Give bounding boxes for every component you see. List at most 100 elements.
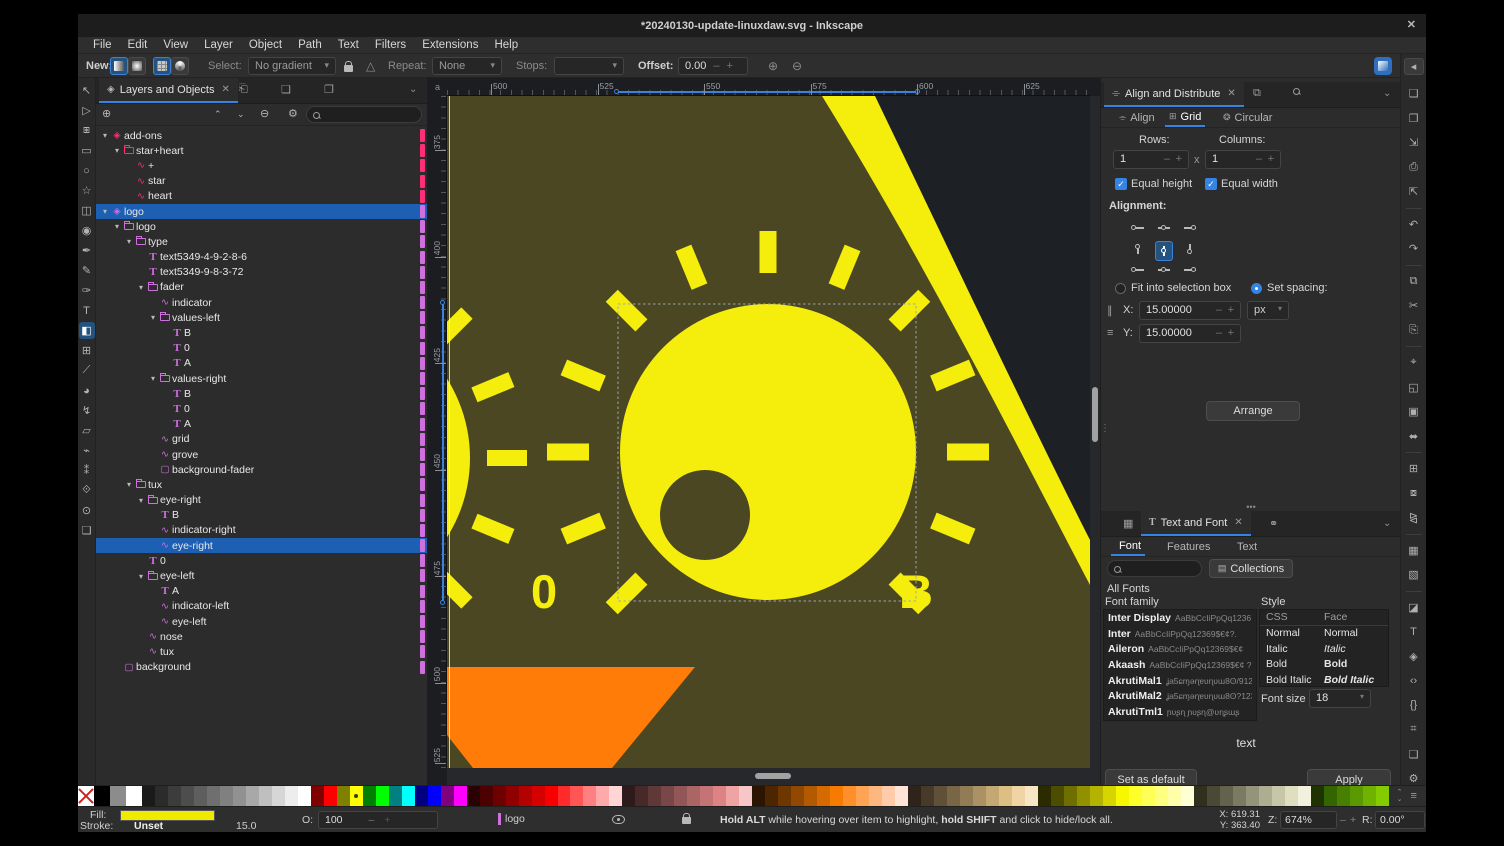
layer-tree-item-eye-left[interactable]: ▾eye-left bbox=[96, 568, 427, 583]
palette-swatch[interactable] bbox=[207, 786, 220, 806]
rotation-spinbox[interactable]: 0.00° bbox=[1375, 811, 1425, 829]
palette-swatch[interactable] bbox=[1012, 786, 1025, 806]
font-family-item[interactable]: AkrutiMal1ʝa5ɕɱǝɳɐʋɳʋɯ8ʘ/912 bbox=[1104, 673, 1256, 689]
collapse-dock-arrow-icon[interactable]: ◂ bbox=[1404, 58, 1424, 75]
palette-swatch[interactable] bbox=[545, 786, 558, 806]
palette-swatch[interactable] bbox=[480, 786, 493, 806]
palette-swatch[interactable] bbox=[110, 786, 126, 806]
palette-swatch[interactable] bbox=[908, 786, 921, 806]
layer-tree-item-0[interactable]: T0 bbox=[96, 553, 427, 568]
palette-swatch[interactable] bbox=[324, 786, 337, 806]
font-family-item[interactable]: AkrutiMal2ʝa5ɕɱǝɳɐʋɳʋɯ8ʘ?123 bbox=[1104, 688, 1256, 704]
expand-arrow-icon[interactable]: ▾ bbox=[148, 374, 158, 383]
print-icon[interactable]: ⎙ bbox=[1404, 157, 1424, 178]
palette-swatch[interactable] bbox=[700, 786, 713, 806]
palette-swatch[interactable] bbox=[1272, 786, 1285, 806]
subtab-features[interactable]: Features bbox=[1159, 537, 1214, 556]
palette-swatch[interactable] bbox=[415, 786, 428, 806]
fill-stroke-dialog-icon[interactable]: ◪ bbox=[1404, 597, 1424, 618]
dock-menu-chevron-icon[interactable]: ⌄ bbox=[1383, 518, 1391, 529]
expand-arrow-icon[interactable]: ▾ bbox=[148, 313, 158, 322]
expand-arrow-icon[interactable]: ▾ bbox=[100, 131, 110, 140]
palette-swatch[interactable] bbox=[895, 786, 908, 806]
layer-tree-item-eye-left[interactable]: ∿eye-left bbox=[96, 614, 427, 629]
menu-help[interactable]: Help bbox=[487, 38, 525, 52]
palette-swatch[interactable] bbox=[687, 786, 700, 806]
layer-tree-item-background-fader[interactable]: ▢background-fader bbox=[96, 462, 427, 477]
collections-button[interactable]: ▤Collections bbox=[1209, 559, 1293, 578]
find-dock-tab-icon[interactable] bbox=[1293, 87, 1301, 99]
spiral-tool-icon[interactable]: ◉ bbox=[79, 222, 95, 239]
layer-tree-item-A[interactable]: TA bbox=[96, 584, 427, 599]
palette-swatch[interactable] bbox=[1246, 786, 1259, 806]
paint-bucket-tool-icon[interactable]: ◕ bbox=[79, 382, 95, 399]
anchor-middle-center[interactable] bbox=[1155, 241, 1173, 261]
layer-tree-item-0[interactable]: T0 bbox=[96, 401, 427, 416]
palette-swatch[interactable] bbox=[94, 786, 110, 806]
palette-swatch[interactable] bbox=[1051, 786, 1064, 806]
mesh-gradient-button[interactable] bbox=[153, 57, 171, 75]
expand-arrow-icon[interactable]: ▾ bbox=[136, 496, 146, 505]
palette-swatch[interactable] bbox=[1311, 786, 1324, 806]
layer-tree-item-indicator[interactable]: ∿indicator bbox=[96, 295, 427, 310]
zoom-page-icon[interactable]: ▣ bbox=[1404, 401, 1424, 422]
palette-swatch[interactable] bbox=[570, 786, 583, 806]
layer-tree-item-add-ons[interactable]: ▾◈add-ons bbox=[96, 128, 427, 143]
palette-swatch[interactable] bbox=[1207, 786, 1220, 806]
palette-swatch[interactable] bbox=[454, 786, 467, 806]
anchor-middle-left[interactable] bbox=[1129, 241, 1147, 257]
layer-tree-item-eye-right[interactable]: ∿eye-right bbox=[96, 538, 427, 553]
palette-swatch[interactable] bbox=[298, 786, 311, 806]
layer-tree-item-tux[interactable]: ∿tux bbox=[96, 644, 427, 659]
titlebar[interactable]: *20240130-update-linuxdaw.svg - Inkscape… bbox=[78, 14, 1426, 37]
stops-dropdown[interactable]: ▾ bbox=[554, 57, 624, 75]
horizontal-ruler[interactable]: 500525550575600625 bbox=[447, 78, 1090, 96]
pages-tool-icon[interactable]: ❏ bbox=[79, 522, 95, 539]
subtab-font[interactable]: Font bbox=[1111, 537, 1145, 556]
pencil-tool-icon[interactable]: ✎ bbox=[79, 262, 95, 279]
palette-swatch[interactable] bbox=[194, 786, 207, 806]
layer-lock-icon[interactable] bbox=[682, 813, 691, 827]
palette-swatch[interactable] bbox=[1064, 786, 1077, 806]
swatches-dock-tab-icon[interactable]: ▦ bbox=[1123, 517, 1133, 530]
palette-swatch[interactable] bbox=[726, 786, 739, 806]
layers-search-input[interactable] bbox=[306, 106, 422, 123]
palette-swatch[interactable] bbox=[506, 786, 519, 806]
eye-right-path[interactable] bbox=[620, 304, 916, 600]
layer-tree-item-0[interactable]: T0 bbox=[96, 341, 427, 356]
ellipse-tool-icon[interactable]: ○ bbox=[79, 162, 95, 179]
drawing[interactable]: 0 B bbox=[447, 96, 1090, 768]
palette-swatch[interactable] bbox=[778, 786, 791, 806]
anchor-top-right[interactable] bbox=[1181, 220, 1199, 236]
subtab-circular[interactable]: ❂Circular bbox=[1219, 108, 1276, 127]
palette-swatch[interactable] bbox=[882, 786, 895, 806]
palette-swatch[interactable] bbox=[181, 786, 194, 806]
palette-swatch[interactable] bbox=[155, 786, 168, 806]
export-dialog-icon[interactable]: ❏ bbox=[1404, 744, 1424, 765]
paste-icon[interactable]: ⎘ bbox=[1404, 320, 1424, 341]
font-family-item[interactable]: Inter DisplayAaBbCcIiPpQq1236 bbox=[1104, 610, 1256, 626]
layer-tree-item-B[interactable]: TB bbox=[96, 508, 427, 523]
palette-swatch[interactable] bbox=[596, 786, 609, 806]
palette-swatch[interactable] bbox=[1363, 786, 1376, 806]
symbols-dialog-icon[interactable]: ◈ bbox=[1404, 646, 1424, 667]
palette-swatch[interactable] bbox=[713, 786, 726, 806]
eraser-tool-icon[interactable]: ▱ bbox=[79, 422, 95, 439]
dock-menu-chevron-icon[interactable]: ⌄ bbox=[1383, 88, 1391, 99]
equal-height-checkbox[interactable]: ✓ bbox=[1115, 178, 1127, 190]
horizontal-scrollbar[interactable] bbox=[447, 768, 1090, 785]
layer-tree-item-fader[interactable]: ▾fader bbox=[96, 280, 427, 295]
offset-spinbox[interactable]: 0.00–+ bbox=[678, 57, 748, 75]
palette-swatch[interactable] bbox=[272, 786, 285, 806]
align-dialog-icon[interactable]: ⌗ bbox=[1404, 719, 1424, 740]
opacity-spinbox[interactable]: 100–+ bbox=[318, 811, 438, 829]
palette-swatch[interactable] bbox=[441, 786, 454, 806]
palette-swatch[interactable] bbox=[765, 786, 778, 806]
dock-menu-chevron-icon[interactable]: ⌄ bbox=[409, 84, 417, 95]
mesh-tool-icon[interactable]: ⊞ bbox=[79, 342, 95, 359]
palette-swatch[interactable] bbox=[973, 786, 986, 806]
menu-object[interactable]: Object bbox=[242, 38, 289, 52]
anchor-top-center[interactable] bbox=[1155, 220, 1173, 236]
palette-swatch[interactable] bbox=[1077, 786, 1090, 806]
equal-width-checkbox[interactable]: ✓ bbox=[1205, 178, 1217, 190]
